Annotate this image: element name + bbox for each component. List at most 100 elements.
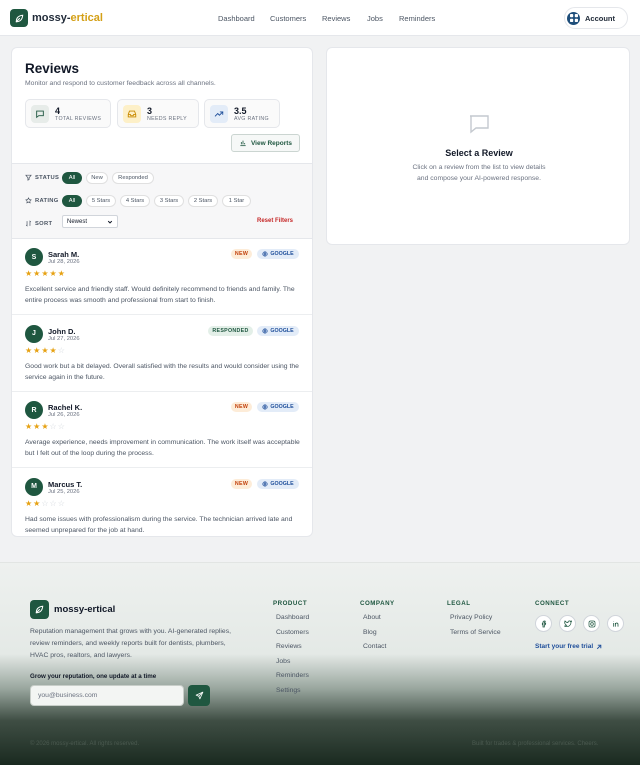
footer-link-terms-of-service[interactable]: Terms of Service <box>450 629 501 636</box>
star-rating: ★ ★ ★ ★ ☆ <box>25 345 65 355</box>
status-badge: NEW <box>231 402 252 412</box>
nav-reviews[interactable]: Reviews <box>322 14 350 23</box>
stat-value: 4 <box>55 105 61 116</box>
star-icon: ★ <box>49 269 57 278</box>
avatar: M <box>25 477 43 496</box>
facebook-icon[interactable] <box>535 615 552 632</box>
footer-link-dashboard[interactable]: Dashboard <box>276 614 309 621</box>
leaf-icon <box>30 600 49 619</box>
arrow-up-right-icon <box>596 644 602 650</box>
newsletter-submit-button[interactable] <box>188 685 210 706</box>
sort-select[interactable]: Newest <box>62 215 118 228</box>
message-icon <box>31 104 49 123</box>
source-badge: GOOGLE <box>257 402 299 412</box>
star-icon: ★ <box>33 269 41 278</box>
nav-customers[interactable]: Customers <box>270 14 306 23</box>
footer-logo[interactable]: mossy-ertical <box>30 600 115 619</box>
footer-product-title: PRODUCT <box>273 600 308 607</box>
nav-reminders[interactable]: Reminders <box>399 14 435 23</box>
stat-needs-reply: 3 NEEDS REPLY <box>117 99 199 128</box>
footer-link-about[interactable]: About <box>363 614 381 621</box>
status-badge: NEW <box>231 249 252 259</box>
status-chip-new[interactable]: New <box>86 172 108 184</box>
rating-chip-1[interactable]: 1 Star <box>222 195 251 207</box>
review-card[interactable]: M Marcus T. Jul 25, 2026 NEW GOOGLE ★ ★ ☆ ☆ ☆ Had … <box>12 469 312 537</box>
copyright: © 2026 mossy-ertical. All rights reserve… <box>30 741 140 747</box>
reviews-panel: Reviews Monitor and respond to customer … <box>11 47 313 537</box>
reviewer-name: Sarah M. <box>48 250 80 259</box>
footer-brand-name: mossy-ertical <box>54 604 116 615</box>
star-icon: ☆ <box>41 498 49 508</box>
newsletter-email-input[interactable]: you@business.com <box>30 685 184 706</box>
footer-link-contact[interactable]: Contact <box>363 643 386 650</box>
star-icon: ★ <box>25 498 33 508</box>
footer-link-privacy-policy[interactable]: Privacy Policy <box>450 614 492 621</box>
twitter-icon[interactable] <box>559 615 576 632</box>
rating-chip-2[interactable]: 2 Stars <box>188 195 218 207</box>
source-badge: GOOGLE <box>257 478 299 489</box>
instagram-icon[interactable] <box>583 615 600 632</box>
star-icon: ★ <box>25 422 33 431</box>
star-rating: ★ ★ ☆ ☆ ☆ <box>25 498 65 508</box>
rating-chip-4[interactable]: 4 Stars <box>120 195 150 207</box>
footer-link-blog[interactable]: Blog <box>363 629 377 636</box>
review-card[interactable]: R Rachel K. Jul 26, 2026 NEW GOOGLE ★ ★ ★ ☆ ☆ Aver… <box>12 392 312 468</box>
newsletter-label: Grow your reputation, one update at a ti… <box>30 673 157 680</box>
footer-link-reviews[interactable]: Reviews <box>276 643 302 650</box>
filter-icon <box>25 174 32 181</box>
avatar: R <box>25 401 43 419</box>
footer-description: Reputation management that grows with yo… <box>30 628 232 659</box>
nav-dashboard[interactable]: Dashboard <box>218 14 255 23</box>
rating-chip-3[interactable]: 3 Stars <box>154 195 184 207</box>
inbox-icon <box>123 104 141 123</box>
status-badge: RESPONDED <box>208 325 253 336</box>
review-text: Had some issues with professionalism dur… <box>25 515 293 534</box>
footer-link-reminders[interactable]: Reminders <box>276 672 309 679</box>
nav-jobs[interactable]: Jobs <box>367 14 383 23</box>
stat-label: NEEDS REPLY <box>147 115 187 122</box>
star-icon: ☆ <box>57 422 65 431</box>
review-card[interactable]: S Sarah M. Jul 28, 2026 NEW GOOGLE ★ ★ ★ ★ ★ Excel… <box>12 239 312 315</box>
reviewer-name: John D. <box>48 326 76 336</box>
rating-chip-all[interactable]: All <box>62 195 82 207</box>
review-card[interactable]: J John D. Jul 27, 2026 RESPONDED GOOGLE ★ ★ ★ ★ ☆… <box>12 316 312 392</box>
account-button[interactable]: Account <box>564 7 628 29</box>
brand-logo[interactable]: mossy-ertical <box>10 9 103 27</box>
site-footer: mossy-ertical Reputation management that… <box>0 562 640 765</box>
source-badge: GOOGLE <box>257 249 299 259</box>
review-date: Jul 25, 2026 <box>48 488 80 495</box>
view-reports-button[interactable]: View Reports <box>231 134 300 152</box>
star-rating: ★ ★ ★ ☆ ☆ <box>25 423 65 431</box>
star-icon: ★ <box>49 345 57 355</box>
rating-chip-5[interactable]: 5 Stars <box>86 195 116 207</box>
reviewer-name: Marcus T. <box>48 479 83 489</box>
review-date: Jul 27, 2026 <box>48 335 80 342</box>
star-icon: ★ <box>25 345 33 355</box>
chevron-down-icon <box>107 219 113 225</box>
globe-icon <box>262 480 268 487</box>
sort-icon <box>25 220 32 227</box>
chat-bubble-icon <box>467 112 491 136</box>
footer-link-jobs[interactable]: Jobs <box>276 658 290 665</box>
page-title: Reviews <box>25 61 80 76</box>
stat-label: TOTAL REVIEWS <box>55 115 102 122</box>
globe-icon <box>262 251 268 257</box>
stat-total-reviews: 4 TOTAL REVIEWS <box>25 99 111 128</box>
start-free-trial-link[interactable]: Start your free trial <box>535 643 602 650</box>
footer-link-settings[interactable]: Settings <box>276 687 301 694</box>
footer-link-customers[interactable]: Customers <box>276 629 309 636</box>
status-chip-all[interactable]: All <box>62 172 82 184</box>
view-reports-label: View Reports <box>250 139 293 147</box>
brand-name: mossy-ertical <box>32 12 103 24</box>
status-chip-responded[interactable]: Responded <box>112 172 154 184</box>
empty-state-text: Click on a review from the list to view … <box>412 164 546 182</box>
reset-filters-button[interactable]: Reset Filters <box>257 218 293 224</box>
globe-icon <box>262 327 268 334</box>
stat-label: AVG RATING <box>234 115 269 122</box>
review-date: Jul 26, 2026 <box>48 412 80 418</box>
star-icon: ★ <box>41 422 49 431</box>
leaf-icon <box>10 9 28 27</box>
star-icon: ☆ <box>57 498 65 508</box>
linkedin-icon[interactable] <box>607 615 624 632</box>
page-subtitle: Monitor and respond to customer feedback… <box>25 80 216 87</box>
